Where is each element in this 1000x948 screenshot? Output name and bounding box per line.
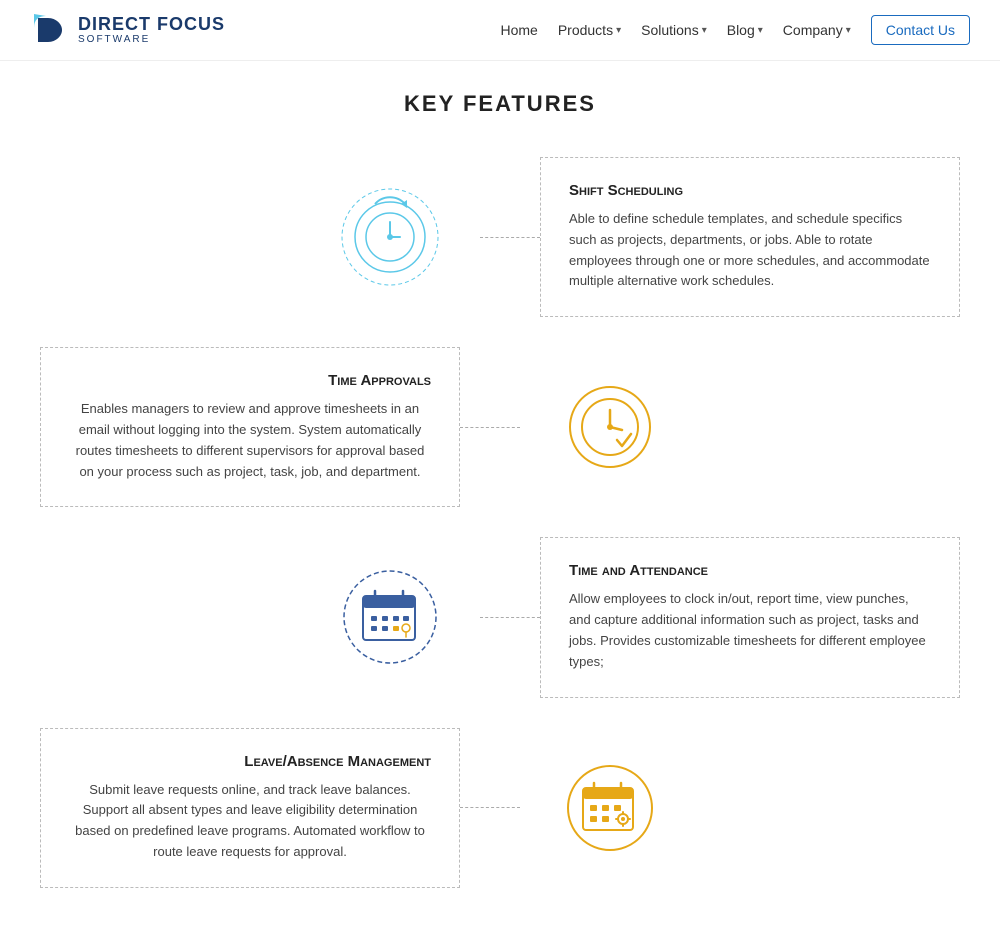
leave-absence-desc: Submit leave requests online, and track … <box>69 780 431 863</box>
time-attendance-icon <box>335 562 445 672</box>
shift-scheduling-desc: Able to define schedule templates, and s… <box>569 209 931 292</box>
leave-absence-card: Leave/Absence Management Submit leave re… <box>40 728 460 888</box>
connector-line-3 <box>480 617 540 618</box>
blog-caret-icon: ▾ <box>758 25 763 36</box>
feature-row-shift: Shift Scheduling Able to define schedule… <box>40 157 960 317</box>
products-caret-icon: ▾ <box>616 25 621 36</box>
logo-icon <box>30 10 70 50</box>
time-approvals-desc: Enables managers to review and approve t… <box>69 399 431 482</box>
nav-company-label: Company <box>783 22 843 38</box>
logo-brand: DIRECT FOCUS <box>78 15 225 35</box>
solutions-caret-icon: ▾ <box>702 25 707 36</box>
nav-solutions[interactable]: Solutions ▾ <box>641 22 707 38</box>
leave-absence-icon-area <box>520 753 700 863</box>
contact-button[interactable]: Contact Us <box>871 15 970 45</box>
logo-text: DIRECT FOCUS SOFTWARE <box>78 15 225 46</box>
nav-home[interactable]: Home <box>500 22 537 38</box>
nav-products[interactable]: Products ▾ <box>558 22 621 38</box>
leave-absence-title: Leave/Absence Management <box>69 753 431 770</box>
connector-2 <box>460 427 520 428</box>
nav-blog[interactable]: Blog ▾ <box>727 22 763 38</box>
connector-line-1 <box>480 237 540 238</box>
feature-row-leave: Leave/Absence Management Submit leave re… <box>40 728 960 888</box>
time-approvals-icon <box>555 372 665 482</box>
nav-blog-label: Blog <box>727 22 755 38</box>
logo[interactable]: DIRECT FOCUS SOFTWARE <box>30 10 225 50</box>
connector-line-4 <box>460 807 520 808</box>
connector-4 <box>460 807 520 808</box>
site-header: DIRECT FOCUS SOFTWARE Home Products ▾ So… <box>0 0 1000 61</box>
page-title: KEY FEATURES <box>40 91 960 117</box>
shift-scheduling-card: Shift Scheduling Able to define schedule… <box>540 157 960 317</box>
company-caret-icon: ▾ <box>846 25 851 36</box>
feature-row-approvals: Time Approvals Enables managers to revie… <box>40 347 960 507</box>
logo-sub: SOFTWARE <box>78 34 225 45</box>
main-nav: Home Products ▾ Solutions ▾ Blog ▾ Compa… <box>500 15 970 45</box>
shift-scheduling-title: Shift Scheduling <box>569 182 931 199</box>
nav-solutions-label: Solutions <box>641 22 699 38</box>
time-attendance-desc: Allow employees to clock in/out, report … <box>569 589 931 672</box>
main-content: KEY FEATURES <box>0 61 1000 948</box>
shift-scheduling-icon-area <box>300 182 480 292</box>
features-container: Shift Scheduling Able to define schedule… <box>40 157 960 888</box>
time-approvals-title: Time Approvals <box>69 372 431 389</box>
connector-1 <box>480 237 540 238</box>
leave-absence-icon <box>555 753 665 863</box>
time-attendance-title: Time and Attendance <box>569 562 931 579</box>
nav-products-label: Products <box>558 22 613 38</box>
nav-company[interactable]: Company ▾ <box>783 22 851 38</box>
time-attendance-icon-area <box>300 562 480 672</box>
time-approvals-icon-area <box>520 372 700 482</box>
connector-3 <box>480 617 540 618</box>
shift-scheduling-icon <box>335 182 445 292</box>
time-attendance-card: Time and Attendance Allow employees to c… <box>540 537 960 697</box>
feature-row-attendance: Time and Attendance Allow employees to c… <box>40 537 960 697</box>
time-approvals-card: Time Approvals Enables managers to revie… <box>40 347 460 507</box>
connector-line-2 <box>460 427 520 428</box>
